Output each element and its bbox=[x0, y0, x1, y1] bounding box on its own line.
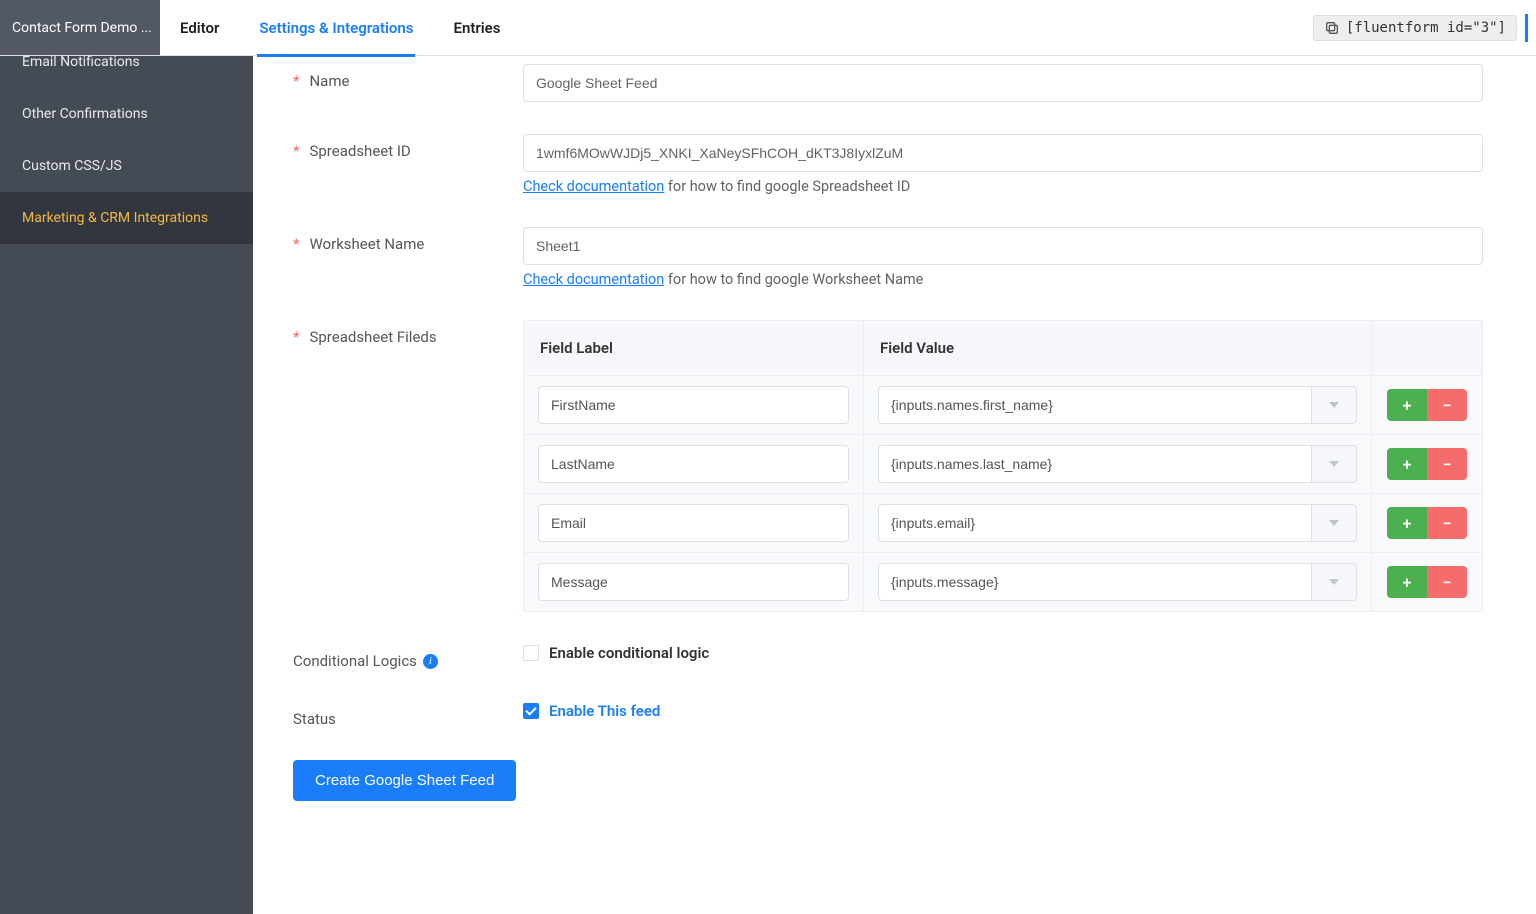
tab-settings-integrations[interactable]: Settings & Integrations bbox=[239, 0, 433, 56]
field-value-picker-button[interactable] bbox=[1311, 504, 1357, 542]
checkbox-label-enable-feed: Enable This feed bbox=[549, 702, 660, 720]
sidebar-item-other-confirmations[interactable]: Other Confirmations bbox=[0, 88, 253, 140]
label-name: Name bbox=[309, 72, 349, 90]
chevron-down-icon bbox=[1329, 402, 1339, 408]
required-star: * bbox=[293, 142, 299, 160]
fields-header-value: Field Value bbox=[864, 321, 1372, 375]
add-field-button[interactable]: + bbox=[1387, 507, 1427, 539]
remove-field-button[interactable]: − bbox=[1427, 389, 1467, 421]
add-field-button[interactable]: + bbox=[1387, 566, 1427, 598]
input-spreadsheet-id[interactable] bbox=[523, 134, 1483, 172]
topbar-right: [fluentform id="3"] bbox=[1313, 0, 1536, 55]
input-feed-name[interactable] bbox=[523, 64, 1483, 102]
required-star: * bbox=[293, 72, 299, 90]
integration-settings-panel: * Name * Spreadsheet ID Check documentat… bbox=[253, 56, 1536, 914]
checkbox-enable-feed[interactable] bbox=[523, 703, 539, 719]
field-value-picker-button[interactable] bbox=[1311, 386, 1357, 424]
fields-header-label: Field Label bbox=[524, 321, 864, 375]
help-spreadsheet-id: Check documentation for how to find goog… bbox=[523, 178, 1532, 195]
row-submit: Create Google Sheet Feed bbox=[293, 760, 1536, 801]
field-value-picker-button[interactable] bbox=[1311, 445, 1357, 483]
help-worksheet-name: Check documentation for how to find goog… bbox=[523, 271, 1532, 288]
sidebar-item-custom-css-js[interactable]: Custom CSS/JS bbox=[0, 140, 253, 192]
label-conditional-logics: Conditional Logics bbox=[293, 652, 417, 670]
field-value-input[interactable] bbox=[878, 386, 1311, 424]
field-label-input[interactable] bbox=[538, 386, 849, 424]
add-field-button[interactable]: + bbox=[1387, 448, 1427, 480]
label-spreadsheet-fields: Spreadsheet Fileds bbox=[309, 328, 436, 346]
row-status: Status Enable This feed bbox=[293, 702, 1536, 728]
top-tabs: Editor Settings & Integrations Entries bbox=[160, 0, 520, 55]
topbar: Contact Form Demo ... Editor Settings & … bbox=[0, 0, 1536, 56]
input-worksheet-name[interactable] bbox=[523, 227, 1483, 265]
checkbox-conditional-logic[interactable] bbox=[523, 645, 539, 661]
form-name: Contact Form Demo ... bbox=[12, 20, 152, 36]
required-star: * bbox=[293, 328, 299, 346]
sidebar-item-marketing-crm[interactable]: Marketing & CRM Integrations bbox=[0, 192, 253, 244]
checkbox-label-conditional-logic: Enable conditional logic bbox=[549, 644, 709, 662]
shortcode-copy-button[interactable]: [fluentform id="3"] bbox=[1313, 15, 1517, 41]
fields-table-header: Field Label Field Value bbox=[524, 321, 1482, 376]
fields-row: + − bbox=[524, 435, 1482, 494]
field-label-input[interactable] bbox=[538, 563, 849, 601]
chevron-down-icon bbox=[1329, 461, 1339, 467]
fields-table: Field Label Field Value bbox=[523, 320, 1483, 612]
fields-row: + − bbox=[524, 553, 1482, 611]
shortcode-text: [fluentform id="3"] bbox=[1346, 20, 1506, 36]
chevron-down-icon bbox=[1329, 579, 1339, 585]
row-name: * Name bbox=[293, 64, 1536, 102]
field-value-input[interactable] bbox=[878, 504, 1311, 542]
tab-editor[interactable]: Editor bbox=[160, 0, 239, 56]
remove-field-button[interactable]: − bbox=[1427, 448, 1467, 480]
field-value-picker-button[interactable] bbox=[1311, 563, 1357, 601]
link-spreadsheet-id-docs[interactable]: Check documentation bbox=[523, 178, 664, 195]
field-label-input[interactable] bbox=[538, 504, 849, 542]
tab-entries[interactable]: Entries bbox=[433, 0, 520, 56]
field-value-input[interactable] bbox=[878, 563, 1311, 601]
label-status: Status bbox=[293, 710, 336, 728]
fields-row: + − bbox=[524, 494, 1482, 553]
create-feed-button[interactable]: Create Google Sheet Feed bbox=[293, 760, 516, 801]
fields-row: + − bbox=[524, 376, 1482, 435]
accent-strip bbox=[1525, 14, 1528, 42]
row-worksheet-name: * Worksheet Name Check documentation for… bbox=[293, 227, 1536, 288]
settings-sidebar: Email Notifications Other Confirmations … bbox=[0, 56, 253, 914]
required-star: * bbox=[293, 235, 299, 253]
add-field-button[interactable]: + bbox=[1387, 389, 1427, 421]
row-spreadsheet-fields: * Spreadsheet Fileds Field Label Field V… bbox=[293, 320, 1536, 612]
link-worksheet-name-docs[interactable]: Check documentation bbox=[523, 271, 664, 288]
chevron-down-icon bbox=[1329, 520, 1339, 526]
label-worksheet-name: Worksheet Name bbox=[309, 235, 424, 253]
remove-field-button[interactable]: − bbox=[1427, 566, 1467, 598]
field-label-input[interactable] bbox=[538, 445, 849, 483]
field-value-input[interactable] bbox=[878, 445, 1311, 483]
row-conditional-logics: Conditional Logics i Enable conditional … bbox=[293, 644, 1536, 670]
remove-field-button[interactable]: − bbox=[1427, 507, 1467, 539]
copy-icon bbox=[1324, 20, 1340, 36]
row-spreadsheet-id: * Spreadsheet ID Check documentation for… bbox=[293, 134, 1536, 195]
label-spreadsheet-id: Spreadsheet ID bbox=[309, 142, 410, 160]
info-icon[interactable]: i bbox=[423, 654, 438, 669]
